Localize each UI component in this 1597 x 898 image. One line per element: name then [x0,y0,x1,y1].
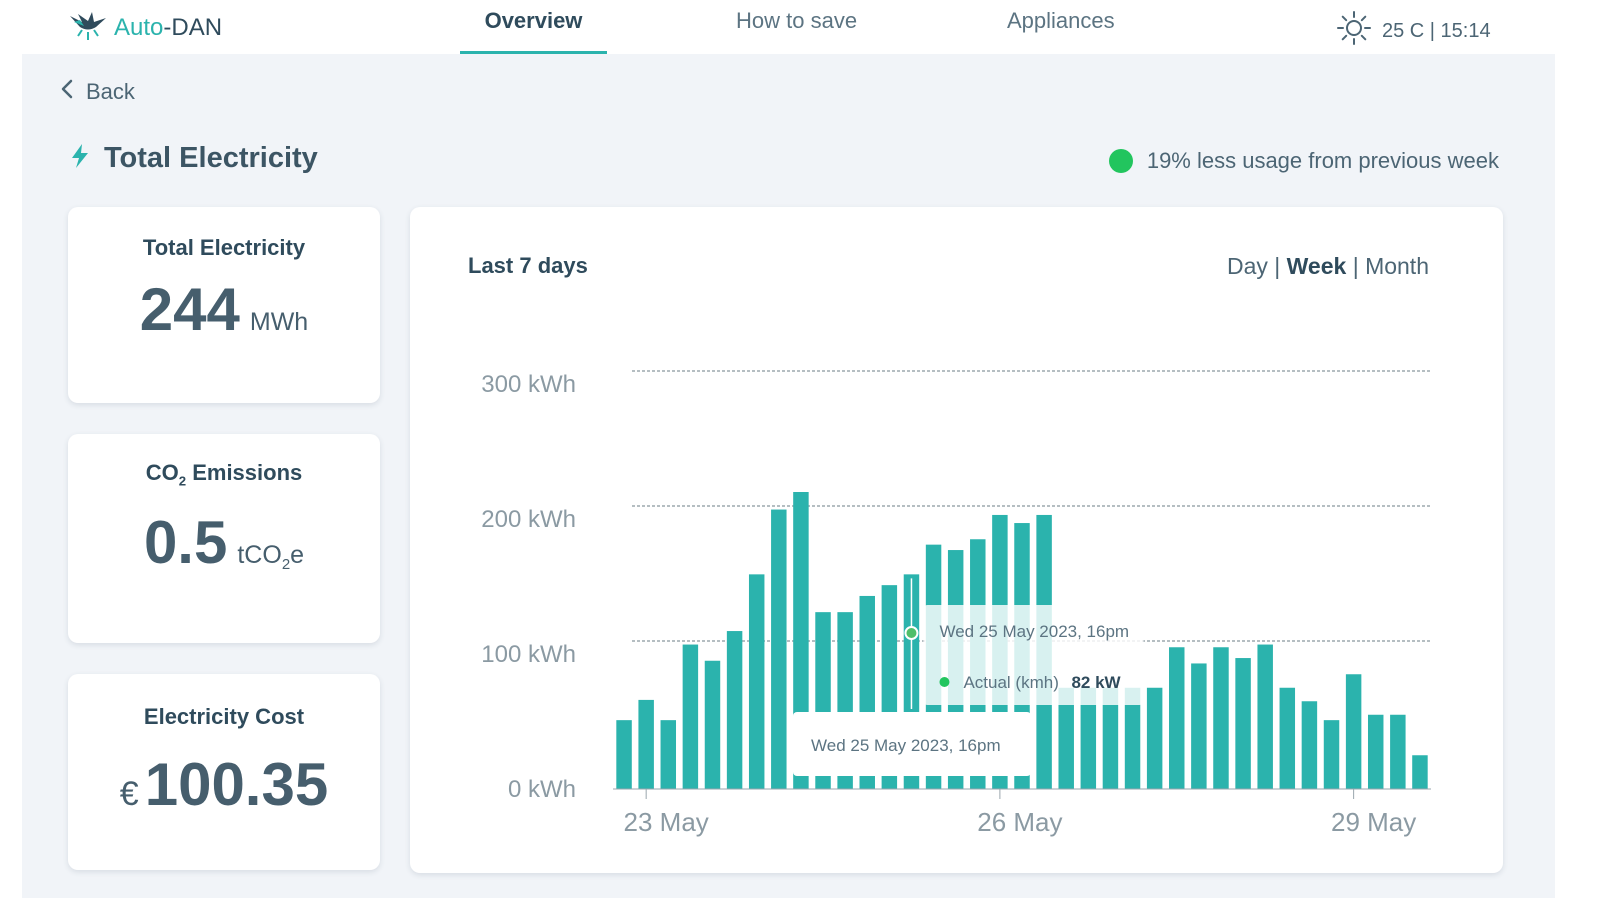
co2-emissions-unit: tCO2e [237,541,305,574]
chart-bar [1412,755,1428,789]
chevron-left-icon [60,78,74,106]
hover-point [904,626,919,640]
chart-bar [682,644,699,789]
tooltip-date: Wed 25 May 2023, 16pm [811,736,1001,755]
app-logo[interactable]: Auto-DAN [68,8,222,47]
sun-icon [1336,10,1372,52]
total-electricity-card: Total Electricity 244 MWh [68,207,380,403]
x-tick-label: 29 May [1331,807,1416,837]
card-value-row: 0.5 tCO2e [68,508,380,577]
chart-bar [771,509,787,789]
weather-time-widget: 25 C | 15:14 [1336,10,1491,52]
card-value-row: € 100.35 [68,750,380,819]
tooltip-date: Wed 25 May 2023, 16pm [939,622,1129,641]
top-navigation-bar: Auto-DAN Overview How to save Appliances… [0,0,1597,54]
electricity-cost-card: Electricity Cost € 100.35 [68,674,380,870]
co2-emissions-card: CO2 Emissions 0.5 tCO2e [68,434,380,643]
chart-bar [1146,687,1163,789]
page-title: Total Electricity [68,142,318,175]
card-title: Total Electricity [142,235,306,260]
usage-status-text: 19% less usage from previous week [1146,148,1499,173]
chart-bar [1390,714,1406,789]
electricity-chart-card: Last 7 days Day | Week | Month 0 kWh 100 … [410,207,1503,873]
y-tick-label: 100 kWh [481,641,576,668]
electricity-cost-value: 100.35 [144,751,329,818]
chart-bar [1213,647,1229,789]
page-title-text: Total Electricity [104,142,318,174]
chart-bar [660,720,677,789]
tab-how-to-save[interactable]: How to save [736,8,857,54]
card-title: Electricity Cost [143,704,305,729]
back-label: Back [86,79,135,104]
tooltip-series-dot-icon [939,677,950,687]
chart-bar [1257,644,1273,789]
lightning-icon [68,142,92,175]
total-electricity-value: 244 [139,276,240,343]
chart-bar [704,660,721,789]
y-tick-label: 0 kWh [508,776,576,803]
status-dot-icon [1108,149,1133,173]
currency-symbol: € [119,775,139,813]
co2-emissions-value: 0.5 [143,509,228,577]
x-tick-label: 23 May [624,807,709,837]
bird-icon [68,8,108,47]
weather-time-text: 25 C | 15:14 [1382,19,1491,42]
chart-bar [1367,714,1384,789]
tooltip-series-label: Actual (kmh) [963,673,1058,692]
x-tick-label: 26 May [977,807,1062,837]
bar-chart: 0 kWh 100 kWh 200 kWh 300 kWh 23 May 26 May 29… [481,370,1431,837]
chart-bar [726,631,743,789]
usage-status: 19% less usage from previous week [1108,148,1499,174]
chart-bar [1323,720,1340,789]
chart-bar [616,720,632,789]
chart-bar [1279,687,1296,789]
y-tick-label: 300 kWh [481,371,576,398]
chart-bar [1191,663,1207,789]
total-electricity-unit: MWh [249,308,309,336]
y-tick-label: 200 kWh [481,506,576,533]
chart-bar [1235,658,1251,789]
card-title: CO2 Emissions [145,460,303,489]
app-name: Auto-DAN [114,13,223,41]
tab-appliances[interactable]: Appliances [1007,8,1115,54]
tooltip-value: 82 kW [1071,673,1121,692]
back-button[interactable]: Back [60,78,135,106]
card-value-row: 244 MWh [68,275,380,344]
chart-bar [1301,701,1318,789]
chart-bar [638,699,654,789]
chart-bar [1345,674,1362,789]
chart-bar [1169,647,1185,789]
chart-bar [748,574,765,789]
tab-overview[interactable]: Overview [460,8,607,54]
